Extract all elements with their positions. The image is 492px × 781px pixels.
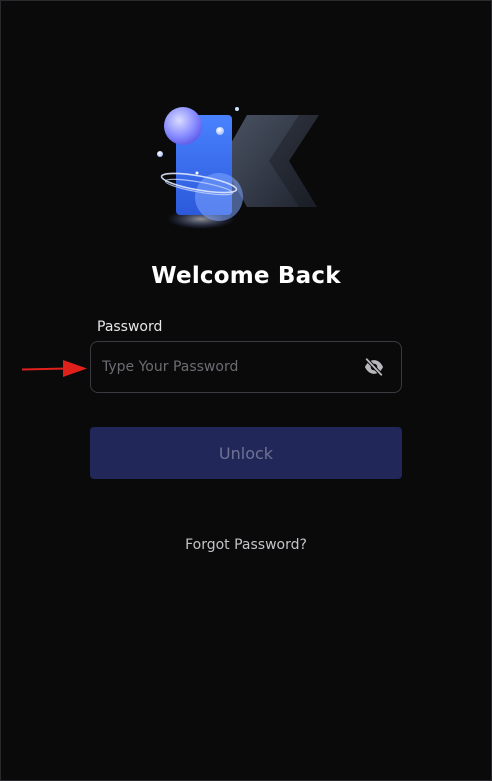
password-field — [90, 341, 402, 393]
unlock-button[interactable]: Unlock — [90, 427, 402, 479]
forgot-password-link[interactable]: Forgot Password? — [1, 537, 491, 553]
unlock-screen: Welcome Back Password Unlock Forgot Pass… — [0, 0, 492, 781]
red-arrow-icon — [21, 360, 87, 377]
page-title: Welcome Back — [151, 263, 341, 289]
password-input[interactable] — [91, 342, 351, 392]
app-logo-icon — [157, 107, 319, 229]
eye-off-icon[interactable] — [363, 357, 385, 377]
password-label: Password — [97, 319, 163, 335]
